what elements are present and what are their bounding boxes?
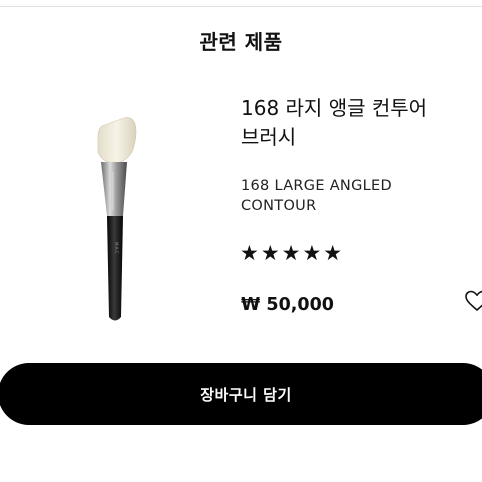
svg-text:M·A·C: M·A·C: [114, 242, 119, 254]
related-products-panel: 관련 제품 M·A·C 168 라지 앵글 컨투어 브러시 168 LARGE …: [0, 0, 482, 482]
wishlist-button[interactable]: [464, 289, 482, 313]
add-to-cart-button[interactable]: 장바구니 담기: [0, 363, 482, 425]
product-price: ₩ 50,000: [241, 295, 334, 315]
product-name-korean[interactable]: 168 라지 앵글 컨투어 브러시: [241, 94, 471, 152]
product-name-english: 168 LARGE ANGLED CONTOUR: [241, 178, 392, 214]
heart-outline-icon: [465, 290, 482, 311]
angled-brush-image: M·A·C: [97, 117, 137, 321]
section-title: 관련 제품: [199, 30, 283, 54]
rating-stars: ★★★★★: [240, 241, 345, 265]
top-divider: [0, 0, 482, 7]
product-image[interactable]: M·A·C: [80, 112, 150, 334]
